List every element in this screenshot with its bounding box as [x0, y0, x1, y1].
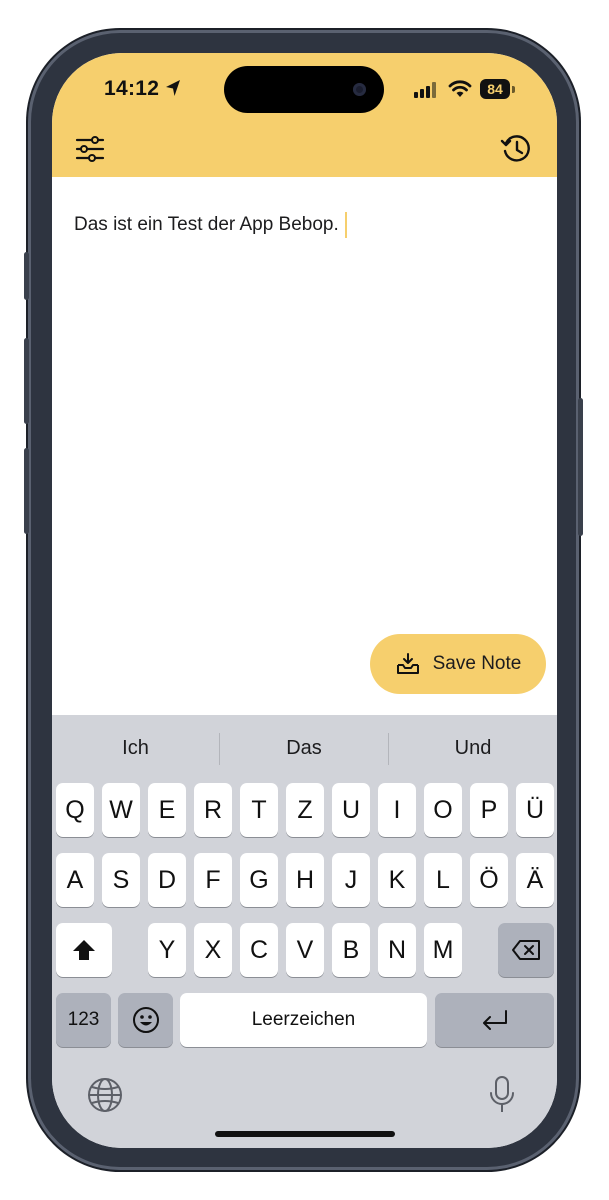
key[interactable]: M — [424, 923, 462, 977]
wifi-icon — [448, 80, 472, 97]
dynamic-island — [224, 66, 384, 113]
numbers-key[interactable]: 123 — [56, 993, 111, 1047]
suggestion-1[interactable]: Ich — [52, 715, 219, 779]
microphone-icon — [490, 1076, 514, 1112]
save-note-button[interactable]: Save Note — [370, 634, 546, 694]
key[interactable]: F — [194, 853, 232, 907]
key[interactable]: T — [240, 783, 278, 837]
key[interactable]: Z — [286, 783, 324, 837]
suggestion-3[interactable]: Und — [389, 715, 557, 779]
key[interactable]: Y — [148, 923, 186, 977]
key[interactable]: D — [148, 853, 186, 907]
key[interactable]: E — [148, 783, 186, 837]
key[interactable]: V — [286, 923, 324, 977]
key[interactable]: I — [378, 783, 416, 837]
home-indicator[interactable] — [215, 1131, 395, 1137]
backspace-key[interactable] — [498, 923, 554, 977]
key[interactable]: Q — [56, 783, 94, 837]
globe-icon — [88, 1078, 122, 1112]
key[interactable]: R — [194, 783, 232, 837]
space-key[interactable]: Leerzeichen — [180, 993, 427, 1047]
key[interactable]: J — [332, 853, 370, 907]
key[interactable]: N — [378, 923, 416, 977]
suggestion-2[interactable]: Das — [220, 715, 388, 779]
backspace-icon — [512, 940, 540, 960]
keyboard: Ich Das Und Q W E R T Z U I O P Ü A S D … — [52, 715, 557, 1148]
emoji-icon — [132, 1007, 159, 1033]
battery-icon: 84 — [480, 79, 510, 99]
globe-key[interactable] — [87, 1077, 125, 1115]
suggestion-bar: Ich Das Und — [52, 715, 557, 779]
shift-icon — [73, 940, 95, 960]
note-text[interactable]: Das ist ein Test der App Bebop. — [74, 212, 347, 238]
key[interactable]: W — [102, 783, 140, 837]
action-button — [24, 252, 29, 300]
key[interactable]: S — [102, 853, 140, 907]
key[interactable]: L — [424, 853, 462, 907]
cellular-signal-icon — [414, 82, 436, 98]
return-key[interactable] — [435, 993, 554, 1047]
emoji-key[interactable] — [118, 993, 173, 1047]
history-clock-icon[interactable] — [497, 129, 537, 169]
volume-down-button — [24, 448, 29, 534]
key[interactable]: K — [378, 853, 416, 907]
save-note-label: Save Note — [432, 653, 522, 674]
key[interactable]: A — [56, 853, 94, 907]
return-icon — [482, 1010, 507, 1030]
key[interactable]: P — [470, 783, 508, 837]
note-text-content: Das ist ein Test der App Bebop. — [74, 214, 339, 236]
key[interactable]: U — [332, 783, 370, 837]
inbox-download-icon — [396, 653, 419, 674]
shift-key[interactable] — [56, 923, 112, 977]
key[interactable]: G — [240, 853, 278, 907]
key[interactable]: H — [286, 853, 324, 907]
power-button — [578, 398, 583, 536]
key[interactable]: Ä — [516, 853, 554, 907]
key[interactable]: Ü — [516, 783, 554, 837]
key[interactable]: X — [194, 923, 232, 977]
key[interactable]: C — [240, 923, 278, 977]
key[interactable]: Ö — [470, 853, 508, 907]
filter-sliders-icon[interactable] — [70, 129, 110, 169]
text-cursor — [344, 212, 347, 238]
key[interactable]: O — [424, 783, 462, 837]
screen: 14:12 84 Das ist ein Test der App Bebop.… — [52, 53, 557, 1148]
header-bar: 14:12 84 — [52, 53, 557, 177]
front-camera — [353, 83, 366, 96]
volume-up-button — [24, 338, 29, 424]
key[interactable]: B — [332, 923, 370, 977]
dictation-key[interactable] — [488, 1075, 516, 1117]
location-arrow-icon — [166, 80, 180, 96]
battery-tip — [512, 86, 515, 93]
status-time: 14:12 — [104, 77, 160, 100]
